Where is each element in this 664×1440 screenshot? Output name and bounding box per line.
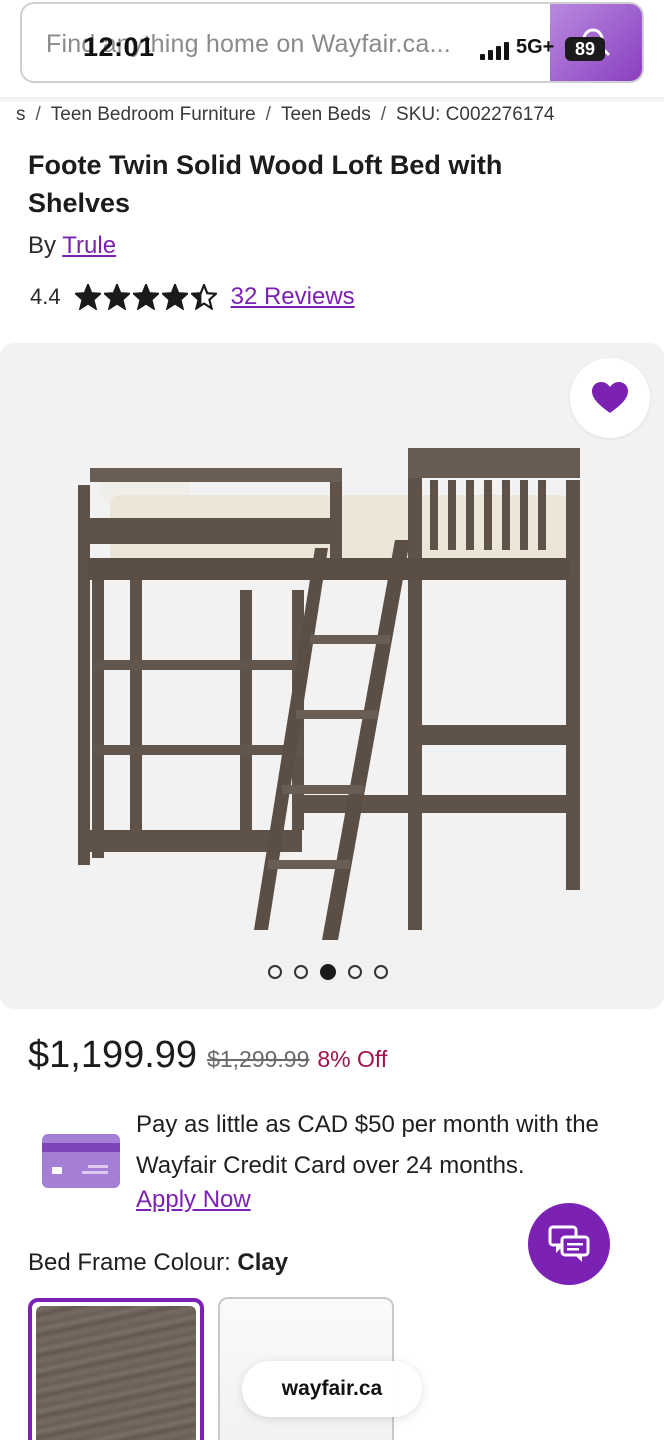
carousel-dot[interactable] bbox=[320, 964, 336, 980]
star-full-icon bbox=[132, 284, 159, 310]
brand-link[interactable]: Trule bbox=[62, 232, 116, 259]
search-bar[interactable]: Find anything home on Wayfair.ca... bbox=[20, 2, 644, 83]
rating-value: 4.4 bbox=[30, 284, 61, 309]
star-full-icon bbox=[103, 284, 130, 310]
original-price: $1,299.99 bbox=[207, 1046, 310, 1072]
product-image bbox=[78, 448, 580, 940]
carousel-dot[interactable] bbox=[294, 965, 308, 979]
breadcrumb-separator: / bbox=[35, 104, 41, 125]
breadcrumb-sku: SKU: C002276174 bbox=[396, 104, 555, 125]
heart-icon bbox=[592, 382, 628, 413]
search-button[interactable] bbox=[550, 4, 642, 81]
carousel-dot[interactable] bbox=[348, 965, 362, 979]
carousel-dot[interactable] bbox=[374, 965, 388, 979]
star-full-icon bbox=[161, 284, 188, 310]
colour-label-text: Bed Frame Colour: bbox=[28, 1249, 231, 1276]
by-label: By bbox=[28, 232, 57, 259]
apply-now-link[interactable]: Apply Now bbox=[136, 1186, 251, 1214]
carousel-dots bbox=[268, 964, 388, 980]
colour-selected-value: Clay bbox=[237, 1249, 289, 1276]
search-icon bbox=[582, 28, 610, 56]
star-half-icon bbox=[190, 284, 217, 310]
product-title: Foote Twin Solid Wood Loft Bed with Shel… bbox=[28, 150, 503, 218]
brand-byline: By Trule bbox=[28, 232, 116, 260]
reviews-link[interactable]: 32 Reviews bbox=[231, 283, 355, 311]
rating-row: 4.4 32 Reviews bbox=[30, 282, 355, 312]
price-row: $1,199.99 $1,299.99 8% Off bbox=[28, 1034, 387, 1077]
chat-button[interactable] bbox=[528, 1203, 610, 1285]
top-bar: Find anything home on Wayfair.ca... bbox=[0, 0, 664, 100]
search-input[interactable]: Find anything home on Wayfair.ca... bbox=[46, 30, 451, 59]
colour-swatch-clay[interactable] bbox=[28, 1298, 204, 1440]
chat-icon bbox=[548, 1225, 590, 1262]
breadcrumb-item[interactable]: Teen Bedroom Furniture bbox=[51, 104, 256, 125]
clay-texture bbox=[36, 1306, 196, 1440]
discount-badge: 8% Off bbox=[317, 1046, 388, 1072]
credit-card-icon bbox=[42, 1134, 120, 1188]
breadcrumb-item[interactable]: Teen Beds bbox=[281, 104, 371, 125]
favorite-button[interactable] bbox=[570, 358, 650, 438]
breadcrumb-item[interactable]: s bbox=[16, 104, 26, 125]
colour-option-label: Bed Frame Colour: Clay bbox=[28, 1249, 288, 1277]
credit-offer-text: Pay as little as CAD $50 per month with … bbox=[136, 1111, 599, 1179]
breadcrumb-separator: / bbox=[380, 104, 387, 125]
breadcrumb-separator: / bbox=[265, 104, 271, 125]
url-pill[interactable]: wayfair.ca bbox=[242, 1361, 422, 1417]
carousel-dot[interactable] bbox=[268, 965, 282, 979]
header-divider bbox=[0, 97, 664, 103]
breadcrumb: s / Teen Bedroom Furniture / Teen Beds / SKU: … bbox=[16, 104, 554, 126]
current-price: $1,199.99 bbox=[28, 1034, 198, 1076]
star-full-icon bbox=[74, 284, 101, 310]
star-rating bbox=[74, 284, 217, 310]
